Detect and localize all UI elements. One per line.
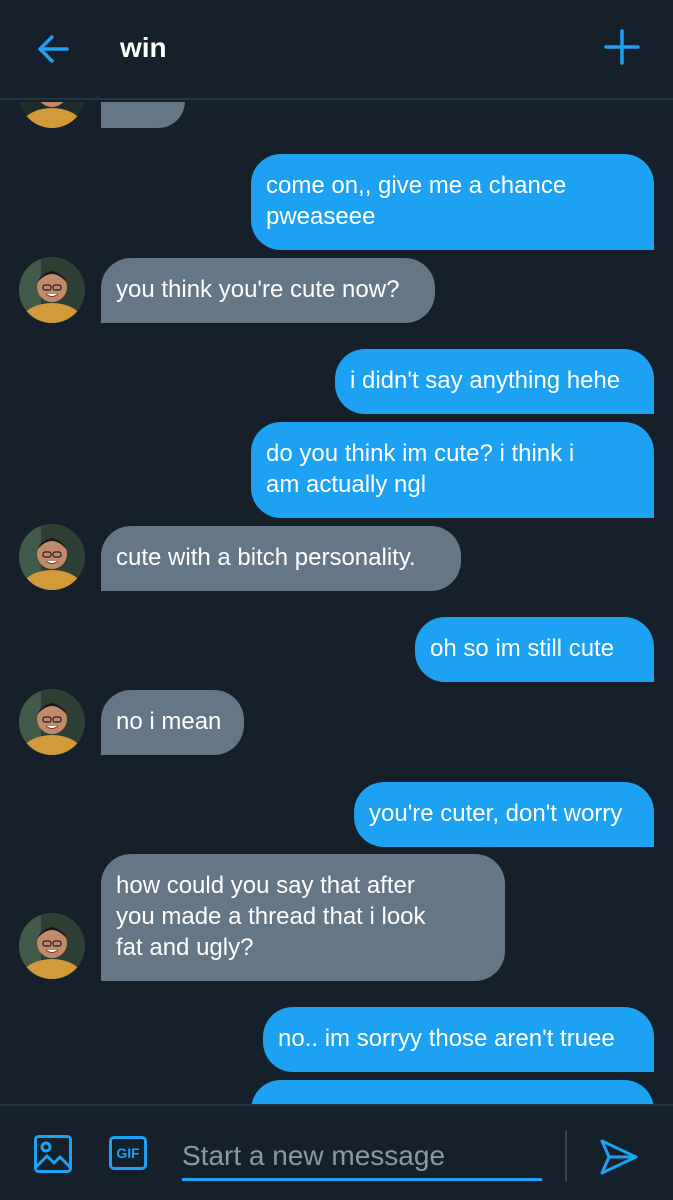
message-composer: GIF — [0, 1104, 673, 1200]
message-text: cute with a bitch personality. — [116, 544, 416, 571]
arrow-left-icon — [38, 35, 69, 63]
message-bubble-received[interactable]: no i mean — [101, 690, 244, 755]
image-icon — [34, 1135, 72, 1173]
send-button[interactable] — [598, 1136, 640, 1178]
message-text-line: how could you say that after — [116, 872, 415, 899]
message-text-line: pweaseee — [266, 203, 376, 230]
message-bubble-received[interactable]: you think you're cute now? — [101, 258, 435, 323]
message-bubble-sent[interactable]: you're cuter, don't worry — [354, 782, 654, 847]
message-text: no.. im sorryy those aren't truee — [278, 1025, 615, 1052]
message-bubble-sent[interactable] — [251, 1080, 654, 1104]
message-bubble-sent[interactable]: come on,, give me a chance pweaseee — [251, 154, 654, 250]
avatar[interactable] — [19, 257, 85, 323]
message-text-line: you made a thread that i look — [116, 903, 426, 930]
message-bubble-sent[interactable]: oh so im still cute — [415, 617, 654, 682]
message-bubble-received[interactable]: cute with a bitch personality. — [101, 526, 461, 591]
message-bubble-received[interactable] — [101, 102, 185, 128]
back-button[interactable] — [30, 26, 76, 72]
conversation-title[interactable]: win — [120, 32, 167, 64]
message-bubble-received[interactable]: how could you say that after you made a … — [101, 854, 505, 981]
message-text-line: come on,, give me a chance — [266, 172, 567, 199]
message-text: i didn't say anything hehe — [350, 367, 621, 394]
send-icon — [600, 1139, 638, 1175]
gif-button[interactable]: GIF — [109, 1136, 147, 1170]
new-message-button[interactable] — [599, 24, 645, 70]
conversation-header: win — [0, 0, 673, 100]
dm-conversation-screen: win come on,, give me a chance pweaseee — [0, 0, 673, 1200]
message-list[interactable]: come on,, give me a chance pweaseee you … — [0, 102, 673, 1104]
media-button[interactable] — [33, 1134, 73, 1174]
message-text: no i mean — [116, 708, 222, 735]
message-text: you're cuter, don't worry — [369, 800, 623, 827]
message-input[interactable] — [182, 1134, 542, 1181]
avatar[interactable] — [19, 913, 85, 979]
message-text-line: do you think im cute? i think i — [266, 440, 575, 467]
message-text: oh so im still cute — [430, 635, 615, 662]
message-text-line: fat and ugly? — [116, 934, 254, 961]
message-text-line: am actually ngl — [266, 471, 427, 498]
plus-icon — [604, 29, 640, 65]
composer-divider — [565, 1130, 567, 1182]
gif-label: GIF — [116, 1145, 140, 1161]
message-text: you think you're cute now? — [116, 276, 400, 303]
message-bubble-sent[interactable]: no.. im sorryy those aren't truee — [263, 1007, 654, 1072]
avatar[interactable] — [19, 524, 85, 590]
avatar[interactable] — [19, 102, 85, 128]
avatar[interactable] — [19, 689, 85, 755]
message-bubble-sent[interactable]: do you think im cute? i think i am actua… — [251, 422, 654, 518]
message-bubble-sent[interactable]: i didn't say anything hehe — [335, 349, 654, 414]
